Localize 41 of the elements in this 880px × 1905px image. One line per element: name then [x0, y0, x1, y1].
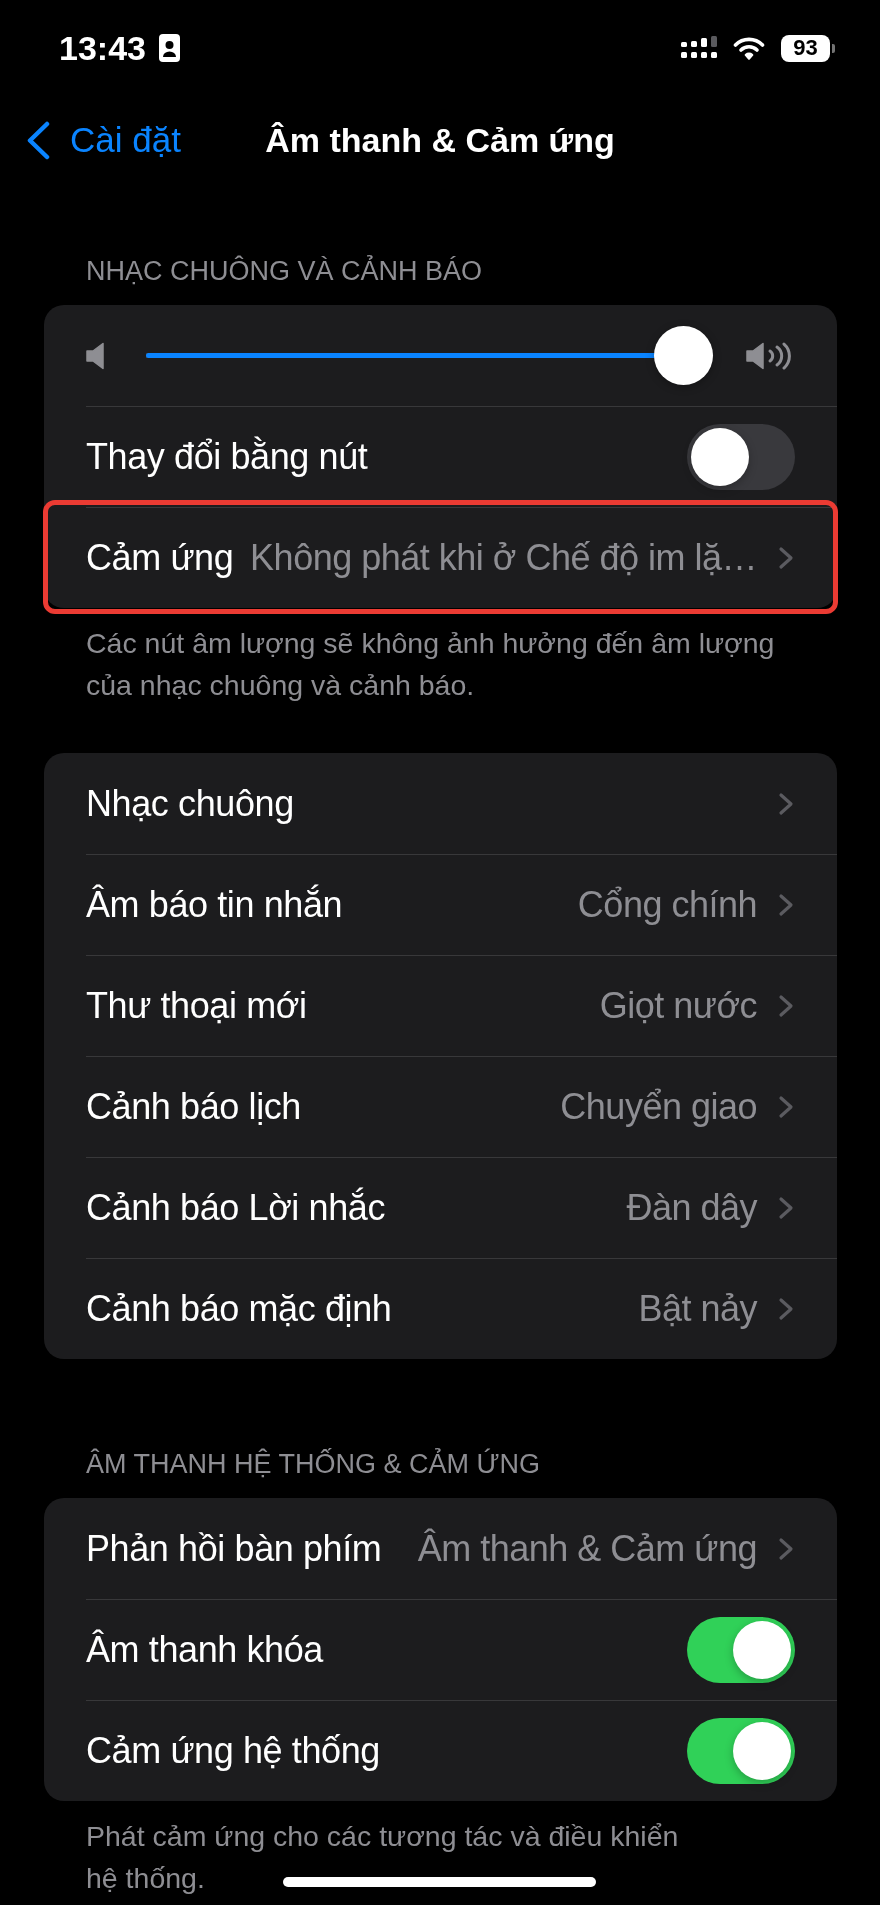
- chevron-right-icon: [778, 1195, 795, 1220]
- setting-label[interactable]: Cảm ứng: [86, 535, 234, 580]
- chevron-right-icon: [778, 791, 795, 816]
- setting-value: Đàn dây: [626, 1185, 757, 1230]
- footer-text: Phát cảm ứng cho các tương tác và điều khiển: [86, 1819, 679, 1854]
- setting-label[interactable]: Phản hồi bàn phím: [86, 1526, 382, 1571]
- setting-label: Thay đổi bằng nút: [86, 434, 368, 479]
- chevron-right-icon: [778, 1094, 795, 1119]
- setting-label[interactable]: Cảnh báo Lời nhắc: [86, 1185, 386, 1230]
- chevron-right-icon: [778, 993, 795, 1018]
- setting-value: Âm thanh & Cảm ứng: [417, 1526, 757, 1571]
- setting-label[interactable]: Thư thoại mới: [86, 983, 307, 1028]
- chevron-right-icon: [778, 1296, 795, 1321]
- chevron-right-icon: [778, 892, 795, 917]
- status-time: 13:43: [59, 31, 146, 65]
- setting-value: Cổng chính: [577, 882, 757, 927]
- setting-value: Không phát khi ở Chế độ im lặ…: [250, 535, 757, 580]
- setting-label[interactable]: Âm báo tin nhắn: [86, 882, 343, 927]
- setting-label: Cảm ứng hệ thống: [86, 1728, 380, 1773]
- person-card-icon: [158, 34, 180, 62]
- setting-value: Chuyển giao: [560, 1084, 757, 1129]
- section-header: NHẠC CHUÔNG VÀ CẢNH BÁO: [86, 254, 483, 288]
- footer-text: hệ thống.: [86, 1861, 205, 1896]
- setting-label: Âm thanh khóa: [86, 1627, 323, 1672]
- chevron-left-icon: [26, 120, 51, 160]
- setting-value: Giọt nước: [599, 983, 757, 1028]
- signal-icon: [681, 35, 717, 61]
- volume-low-icon: [86, 341, 107, 370]
- chevron-right-icon: [778, 1536, 795, 1561]
- back-button[interactable]: Cài đặt: [26, 119, 181, 161]
- setting-value: Bật nảy: [638, 1286, 757, 1331]
- footer-text: Các nút âm lượng sẽ không ảnh hưởng đến âm lượng: [86, 626, 775, 661]
- setting-label[interactable]: Cảnh báo mặc định: [86, 1286, 392, 1331]
- battery-percentage: 93: [781, 34, 830, 62]
- setting-label[interactable]: Nhạc chuông: [86, 781, 294, 826]
- chevron-right-icon: [778, 545, 795, 570]
- footer-text: của nhạc chuông và cảnh báo.: [86, 668, 475, 703]
- section-header: ÂM THANH HỆ THỐNG & CẢM ỨNG: [86, 1447, 541, 1481]
- wifi-icon: [733, 36, 765, 60]
- setting-label[interactable]: Cảnh báo lịch: [86, 1084, 301, 1129]
- screen-title: Âm thanh & Cảm ứng: [265, 119, 615, 161]
